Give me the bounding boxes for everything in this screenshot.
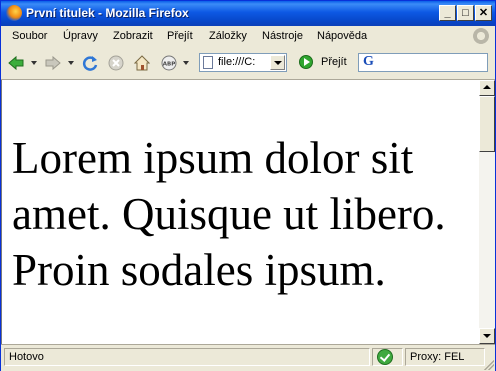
minimize-button[interactable]: _ xyxy=(439,5,456,21)
page-content: Lorem ipsum dolor sit amet. Quisque ut l… xyxy=(1,80,479,344)
url-input[interactable]: file:///C: xyxy=(218,56,268,68)
back-dropdown-icon[interactable] xyxy=(31,61,37,65)
vertical-scrollbar[interactable] xyxy=(479,80,495,344)
google-icon[interactable]: G xyxy=(363,54,374,70)
adblock-icon[interactable]: ABP xyxy=(161,55,177,71)
title-bar[interactable]: První titulek - Mozilla Firefox _ □ ✕ xyxy=(1,1,495,26)
menu-bar: Soubor Úpravy Zobrazit Přejít Záložky Ná… xyxy=(1,26,495,48)
menu-nastroje[interactable]: Nástroje xyxy=(262,30,303,42)
menu-napoveda[interactable]: Nápověda xyxy=(317,30,367,42)
back-icon[interactable] xyxy=(8,55,24,71)
menu-soubor[interactable]: Soubor xyxy=(12,30,47,42)
page-paragraph: Lorem ipsum dolor sit amet. Quisque ut l… xyxy=(12,133,446,295)
menu-upravy[interactable]: Úpravy xyxy=(63,30,98,42)
menu-prejit[interactable]: Přejít xyxy=(167,30,193,42)
home-icon[interactable] xyxy=(134,55,150,71)
firefox-icon[interactable] xyxy=(6,5,22,21)
status-bar: Hotovo Proxy: FEL xyxy=(1,344,495,371)
check-icon[interactable] xyxy=(377,349,393,365)
url-bar[interactable]: file:///C: xyxy=(199,53,287,72)
search-input[interactable]: G xyxy=(358,53,488,72)
stop-icon[interactable] xyxy=(108,55,124,71)
url-dropdown-button[interactable] xyxy=(270,55,285,70)
svg-text:ABP: ABP xyxy=(163,62,175,68)
browser-window: První titulek - Mozilla Firefox _ □ ✕ So… xyxy=(0,0,496,371)
status-text: Hotovo xyxy=(4,348,370,366)
close-button[interactable]: ✕ xyxy=(475,5,492,21)
scroll-up-button[interactable] xyxy=(479,80,495,96)
menu-zobrazit[interactable]: Zobrazit xyxy=(113,30,153,42)
reload-icon[interactable] xyxy=(82,55,98,71)
go-button-label[interactable]: Přejít xyxy=(321,56,347,68)
page-icon xyxy=(203,56,213,69)
resize-grip-icon[interactable] xyxy=(484,360,494,370)
scroll-thumb[interactable] xyxy=(479,96,495,152)
window-title: První titulek - Mozilla Firefox xyxy=(26,6,189,20)
go-icon[interactable] xyxy=(299,55,313,69)
proxy-status[interactable]: Proxy: FEL xyxy=(405,348,485,366)
forward-dropdown-icon[interactable] xyxy=(68,61,74,65)
maximize-button[interactable]: □ xyxy=(457,5,474,21)
adblock-dropdown-icon[interactable] xyxy=(183,61,189,65)
navigation-toolbar: ABP file:///C: Přejít G xyxy=(1,47,495,80)
scroll-down-button[interactable] xyxy=(479,328,495,344)
forward-icon[interactable] xyxy=(45,55,61,71)
throbber-icon xyxy=(473,28,489,44)
menu-zalozky[interactable]: Záložky xyxy=(209,30,247,42)
